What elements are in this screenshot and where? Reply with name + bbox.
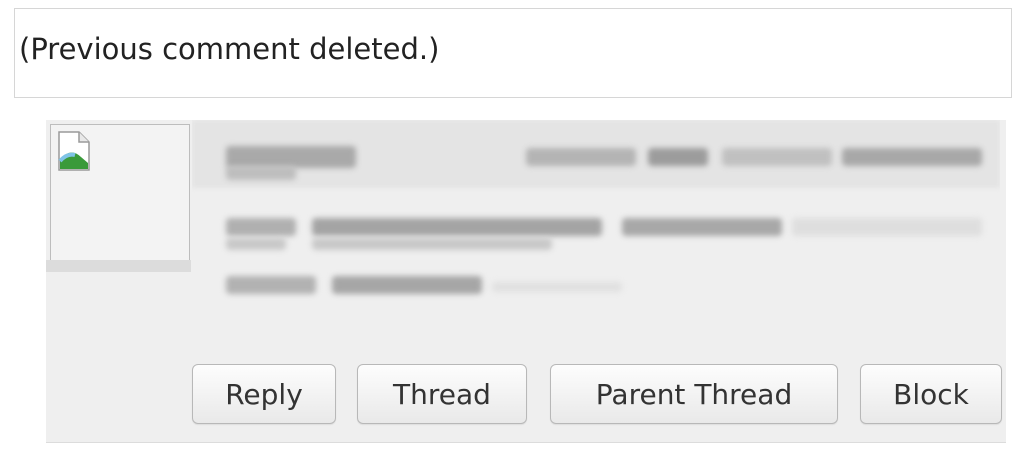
blurred-text-line <box>622 218 782 236</box>
broken-image-icon <box>58 131 90 171</box>
comment-card: Reply Thread Parent Thread Block <box>46 120 1006 443</box>
blurred-text-line <box>312 218 602 236</box>
thread-button[interactable]: Thread <box>357 364 527 424</box>
blurred-text-line <box>226 218 296 236</box>
blurred-meta <box>526 148 636 166</box>
blurred-text-line <box>226 276 316 294</box>
blurred-text-line <box>792 218 982 236</box>
parent-thread-button[interactable]: Parent Thread <box>550 364 838 424</box>
deleted-comment-box: (Previous comment deleted.) <box>14 8 1012 98</box>
blurred-text-line <box>312 238 552 250</box>
blurred-text-line <box>492 282 622 292</box>
blurred-text-line <box>332 276 482 294</box>
blurred-username-sub <box>226 166 296 180</box>
blurred-text-line <box>226 238 286 250</box>
avatar-divider <box>46 260 191 272</box>
blurred-meta <box>648 148 708 166</box>
deleted-comment-text: (Previous comment deleted.) <box>19 32 440 66</box>
avatar[interactable] <box>50 124 190 264</box>
block-button[interactable]: Block <box>860 364 1002 424</box>
reply-button[interactable]: Reply <box>192 364 336 424</box>
blurred-meta <box>842 148 982 166</box>
blurred-meta <box>722 148 832 166</box>
blurred-comment-content <box>192 120 1000 320</box>
blurred-username <box>226 146 356 168</box>
